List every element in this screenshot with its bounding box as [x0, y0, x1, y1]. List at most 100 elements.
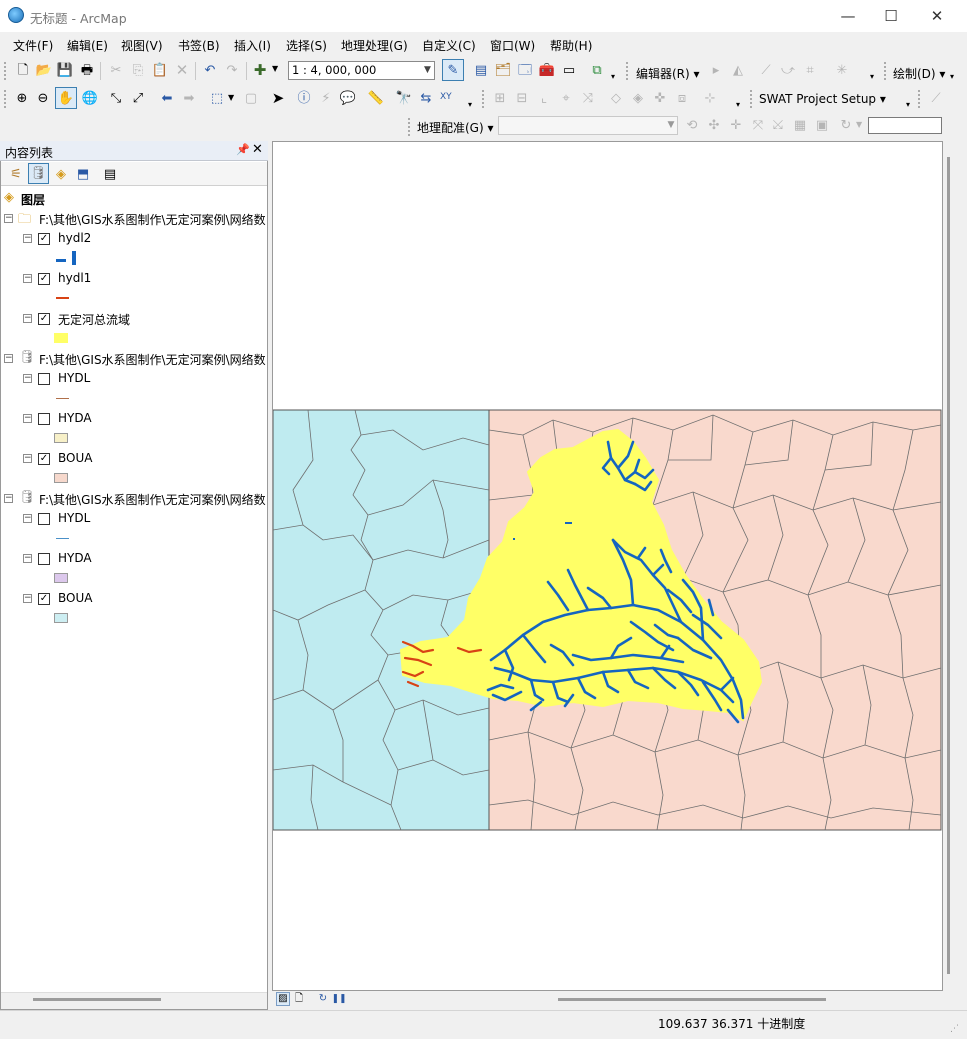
- data-view-icon[interactable]: ▨: [276, 992, 290, 1006]
- toolbar-grip[interactable]: [626, 62, 630, 80]
- collapse-icon[interactable]: −: [4, 494, 13, 503]
- pause-drawing-icon[interactable]: ❚❚: [331, 992, 346, 1006]
- toc-scroll-thumb[interactable]: [33, 998, 161, 1001]
- cut-icon[interactable]: ✂: [106, 60, 126, 80]
- edit-annotation-icon[interactable]: ◭: [728, 60, 748, 80]
- menu-insert[interactable]: 插入(I): [234, 37, 271, 54]
- options-icon[interactable]: ▤: [100, 164, 120, 184]
- minimize-button[interactable]: —: [825, 0, 871, 32]
- full-extent-icon[interactable]: 🌐: [80, 88, 100, 108]
- toolbar-grip[interactable]: [918, 90, 922, 108]
- layer-visibility-checkbox[interactable]: [38, 373, 50, 385]
- pin-icon[interactable]: 📌: [236, 143, 250, 156]
- add-data-icon[interactable]: ✚: [250, 60, 270, 80]
- collapse-icon[interactable]: −: [23, 514, 32, 523]
- menu-help[interactable]: 帮助(H): [550, 37, 592, 54]
- html-popup-icon[interactable]: 💬: [338, 88, 358, 108]
- arctoolbox-icon[interactable]: 🧰: [537, 60, 557, 80]
- link-auto-icon[interactable]: ⤩: [768, 115, 788, 135]
- resize-grip-icon[interactable]: ⋰: [950, 1024, 959, 1034]
- rotate-georef-icon[interactable]: ⟲: [682, 115, 702, 135]
- vertex-icon[interactable]: ◇: [606, 88, 626, 108]
- collapse-icon[interactable]: −: [23, 374, 32, 383]
- layer-row-boua[interactable]: − ✓ BOUA: [1, 590, 261, 608]
- georef-layer-select[interactable]: [498, 116, 678, 135]
- point-icon[interactable]: ✳: [832, 60, 852, 80]
- catalog-icon[interactable]: 🗂: [493, 60, 513, 80]
- toolbar-grip[interactable]: [884, 62, 888, 80]
- fixed-zoom-in-icon[interactable]: ⤡: [106, 88, 126, 108]
- layer-row-hydl[interactable]: − HYDL: [1, 370, 261, 388]
- close-button[interactable]: ✕: [914, 0, 960, 32]
- layer-row-hyda[interactable]: − HYDA: [1, 410, 261, 428]
- toolbar-overflow-icon[interactable]: ▾: [736, 100, 740, 109]
- measure-icon[interactable]: 📏: [366, 88, 386, 108]
- select-features-icon[interactable]: ⬚: [207, 88, 227, 108]
- link-points-icon[interactable]: ⤧: [748, 115, 768, 135]
- list-by-selection-icon[interactable]: ⬒: [73, 164, 93, 184]
- toolbar-overflow-icon[interactable]: ▾: [950, 72, 954, 81]
- delete-icon[interactable]: ✕: [172, 60, 192, 80]
- clear-selection-icon[interactable]: ▢: [241, 88, 261, 108]
- layer-row-hydl[interactable]: − HYDL: [1, 510, 261, 528]
- menu-customize[interactable]: 自定义(C): [422, 37, 476, 54]
- maximize-button[interactable]: ☐: [868, 0, 914, 32]
- spatial-adjust-icon[interactable]: ⤨: [578, 88, 598, 108]
- pan-icon[interactable]: ✋: [55, 87, 77, 109]
- copy-icon[interactable]: ⎘: [128, 60, 148, 80]
- hyperlink-icon[interactable]: ⚡: [316, 88, 336, 108]
- toolbar-overflow-icon[interactable]: ▾: [906, 100, 910, 109]
- menu-geoprocessing[interactable]: 地理处理(G): [341, 37, 408, 54]
- list-by-source-icon[interactable]: 🛢: [28, 163, 49, 184]
- layer-row-hyda[interactable]: − HYDA: [1, 550, 261, 568]
- layer-visibility-checkbox[interactable]: [38, 513, 50, 525]
- edit-tool-icon[interactable]: ▸: [706, 60, 726, 80]
- layer-visibility-checkbox[interactable]: ✓: [38, 313, 50, 325]
- back-extent-icon[interactable]: ⬅: [157, 88, 177, 108]
- new-document-icon[interactable]: 🗋: [13, 60, 33, 80]
- list-by-drawing-order-icon[interactable]: ⚟: [6, 164, 26, 184]
- layer-row-boua[interactable]: − ✓ BOUA: [1, 450, 261, 468]
- georef-angle-input[interactable]: [868, 117, 942, 134]
- layer-visibility-checkbox[interactable]: [38, 413, 50, 425]
- layer-symbol-line[interactable]: [72, 251, 76, 265]
- draw-line-icon[interactable]: ⟋: [926, 88, 946, 108]
- reshape-icon[interactable]: ◈: [628, 88, 648, 108]
- toolbar-grip[interactable]: [4, 90, 8, 108]
- shift-georef-icon[interactable]: ✣: [704, 115, 724, 135]
- refresh-icon[interactable]: ↻: [316, 992, 330, 1006]
- scale-dropdown-icon[interactable]: ▼: [420, 61, 435, 80]
- add-data-dropdown-icon[interactable]: ▼: [272, 64, 278, 73]
- toolbar-grip[interactable]: [750, 90, 754, 108]
- trace-icon[interactable]: ⌗: [800, 60, 820, 80]
- select-elements-icon[interactable]: ➤: [268, 88, 288, 108]
- map-scale-input[interactable]: 1 : 4, 000, 000: [288, 61, 435, 80]
- view-link-table-icon[interactable]: ▦: [790, 115, 810, 135]
- layer-visibility-checkbox[interactable]: ✓: [38, 273, 50, 285]
- paste-icon[interactable]: 📋: [150, 60, 170, 80]
- map-view[interactable]: [272, 141, 943, 991]
- collapse-icon[interactable]: −: [23, 554, 32, 563]
- save-icon[interactable]: 💾: [55, 60, 75, 80]
- map-vertical-scrollbar[interactable]: [943, 141, 960, 991]
- collapse-icon[interactable]: −: [23, 594, 32, 603]
- layer-visibility-checkbox[interactable]: ✓: [38, 453, 50, 465]
- sketch-icon[interactable]: ⊹: [700, 88, 720, 108]
- layer-symbol-fill[interactable]: [54, 433, 68, 443]
- editor-menu[interactable]: 编辑器(R) ▾: [636, 65, 700, 82]
- rotate-dropdown-icon[interactable]: ▼: [856, 120, 862, 129]
- collapse-icon[interactable]: −: [23, 274, 32, 283]
- find-route-icon[interactable]: ⇆: [416, 88, 436, 108]
- layer-symbol-line[interactable]: [56, 398, 69, 399]
- menu-view[interactable]: 视图(V): [121, 37, 163, 54]
- advanced-edit-icon[interactable]: ⌞: [534, 88, 554, 108]
- toolbar-overflow-icon[interactable]: ▾: [870, 72, 874, 81]
- zoom-in-icon[interactable]: ⊕: [12, 88, 32, 108]
- collapse-icon[interactable]: −: [23, 234, 32, 243]
- collapse-icon[interactable]: −: [4, 354, 13, 363]
- layer-row-hydl1[interactable]: − ✓ hydl1: [1, 270, 261, 288]
- map-horizontal-scroll-thumb[interactable]: [558, 998, 826, 1001]
- toolbar-grip[interactable]: [482, 90, 486, 108]
- menu-selection[interactable]: 选择(S): [286, 37, 327, 54]
- print-icon[interactable]: 🖶: [77, 60, 97, 80]
